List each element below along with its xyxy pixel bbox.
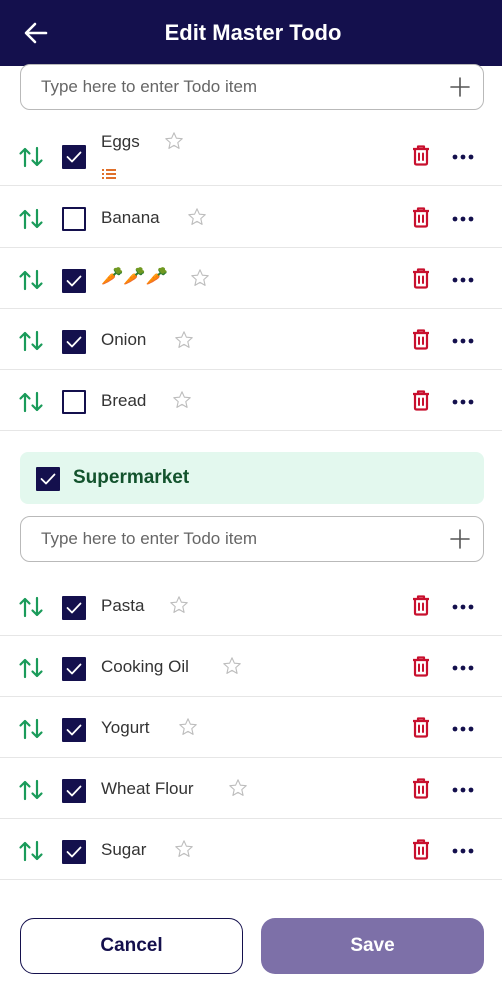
star-outline-icon[interactable] [228, 778, 248, 798]
plus-icon[interactable] [449, 528, 471, 550]
item-label: Yogurt [101, 718, 150, 737]
item-checkbox[interactable] [62, 207, 86, 231]
item-label: Onion [101, 330, 147, 349]
sort-arrows-icon[interactable] [18, 717, 44, 741]
more-dots-icon[interactable] [452, 153, 474, 161]
star-outline-icon[interactable] [190, 268, 210, 288]
sort-arrows-icon[interactable] [18, 145, 44, 169]
section-header[interactable]: Supermarket [20, 452, 484, 504]
trash-icon[interactable] [411, 389, 431, 411]
more-dots-icon[interactable] [452, 725, 474, 733]
section-name: Supermarket [73, 467, 190, 488]
star-outline-icon[interactable] [222, 656, 242, 676]
star-outline-icon[interactable] [174, 330, 194, 350]
more-dots-icon[interactable] [452, 215, 474, 223]
arrow-left-icon[interactable] [22, 19, 50, 47]
star-outline-icon[interactable] [187, 207, 207, 227]
list-item: Banana [0, 187, 502, 248]
item-label: Sugar [101, 840, 147, 859]
more-dots-icon[interactable] [452, 398, 474, 406]
trash-icon[interactable] [411, 838, 431, 860]
more-dots-icon[interactable] [452, 603, 474, 611]
sort-arrows-icon[interactable] [18, 207, 44, 231]
trash-icon[interactable] [411, 655, 431, 677]
star-outline-icon[interactable] [174, 839, 194, 859]
item-label: Bread [101, 391, 147, 410]
page-title: Edit Master Todo [164, 20, 342, 45]
trash-icon[interactable] [411, 594, 431, 616]
trash-icon[interactable] [411, 328, 431, 350]
list-item: Eggs [0, 125, 502, 186]
todo-input-row [20, 64, 484, 110]
sort-arrows-icon[interactable] [18, 268, 44, 292]
sort-arrows-icon[interactable] [18, 778, 44, 802]
star-outline-icon[interactable] [164, 131, 184, 151]
item-checkbox[interactable] [62, 145, 86, 169]
trash-icon[interactable] [411, 206, 431, 228]
item-checkbox[interactable] [62, 657, 86, 681]
todo-input[interactable] [41, 77, 449, 97]
item-label: Eggs [101, 132, 140, 151]
item-checkbox[interactable] [62, 269, 86, 293]
item-checkbox[interactable] [62, 330, 86, 354]
trash-icon[interactable] [411, 777, 431, 799]
sort-arrows-icon[interactable] [18, 329, 44, 353]
item-checkbox[interactable] [62, 779, 86, 803]
list-item: Pasta [0, 575, 502, 636]
star-outline-icon[interactable] [178, 717, 198, 737]
item-label: 🥕🥕🥕 [101, 266, 169, 286]
item-checkbox[interactable] [62, 718, 86, 742]
more-dots-icon[interactable] [452, 276, 474, 284]
list-item: Sugar [0, 819, 502, 880]
item-checkbox[interactable] [62, 596, 86, 620]
more-dots-icon[interactable] [452, 786, 474, 794]
more-dots-icon[interactable] [452, 847, 474, 855]
cancel-button[interactable]: Cancel [20, 918, 243, 974]
list-item: Yogurt [0, 697, 502, 758]
plus-icon[interactable] [449, 76, 471, 98]
app-header: Edit Master Todo [0, 0, 502, 66]
item-label: Cooking Oil [101, 657, 189, 676]
item-checkbox[interactable] [62, 840, 86, 864]
sort-arrows-icon[interactable] [18, 839, 44, 863]
list-item: 🥕🥕🥕 [0, 248, 502, 309]
sort-arrows-icon[interactable] [18, 595, 44, 619]
trash-icon[interactable] [411, 144, 431, 166]
star-outline-icon[interactable] [172, 390, 192, 410]
list-item: Onion [0, 309, 502, 370]
sort-arrows-icon[interactable] [18, 656, 44, 680]
item-checkbox[interactable] [62, 390, 86, 414]
more-dots-icon[interactable] [452, 664, 474, 672]
todo-input[interactable] [41, 529, 449, 549]
trash-icon[interactable] [411, 716, 431, 738]
save-button[interactable]: Save [261, 918, 484, 974]
more-dots-icon[interactable] [452, 337, 474, 345]
section-checkbox[interactable] [36, 467, 60, 491]
trash-icon[interactable] [411, 267, 431, 289]
todo-input-row [20, 516, 484, 562]
list-notes-icon[interactable] [102, 168, 116, 180]
item-label: Banana [101, 208, 160, 227]
list-item: Bread [0, 370, 502, 431]
item-label: Wheat Flour [101, 779, 194, 798]
item-label: Pasta [101, 596, 145, 615]
list-item: Cooking Oil [0, 636, 502, 697]
star-outline-icon[interactable] [169, 595, 189, 615]
list-item: Wheat Flour [0, 758, 502, 819]
sort-arrows-icon[interactable] [18, 390, 44, 414]
